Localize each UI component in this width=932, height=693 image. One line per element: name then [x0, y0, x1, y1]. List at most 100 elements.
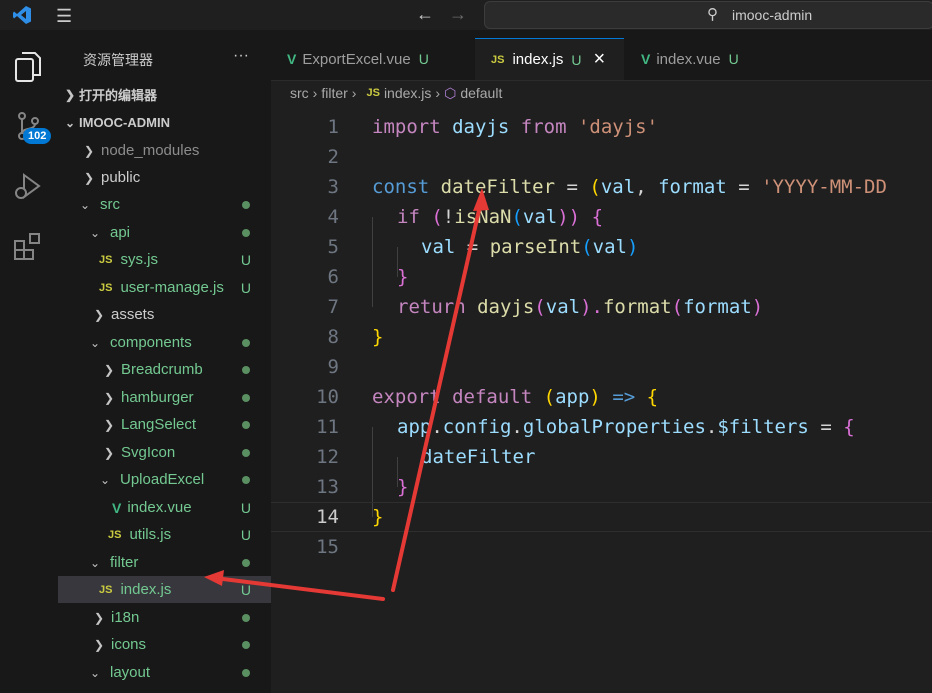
untracked-badge: U: [418, 51, 429, 67]
tree-folder-public[interactable]: ❯ public: [58, 164, 271, 191]
code-line: 2: [271, 142, 932, 172]
explorer-sidebar: 资源管理器 ··· ❯ 打开的编辑器 ⌄ IMOOC-ADMIN ❯ node_mod…: [58, 30, 271, 693]
tree-folder-svgicon[interactable]: ❯ SvgIcon: [58, 439, 271, 466]
line-number: 12: [316, 446, 339, 468]
tree-folder-icons[interactable]: ❯ icons: [58, 631, 271, 658]
breadcrumb-src[interactable]: src: [290, 85, 309, 101]
chevron-down-icon: ⌄: [90, 555, 101, 570]
code-text: app.config.globalProperties.$filters = {: [397, 416, 855, 438]
run-debug-icon[interactable]: [13, 171, 43, 201]
tree-folder-node-modules[interactable]: ❯ node_modules: [58, 137, 271, 164]
status-dot: [242, 338, 250, 347]
extensions-icon[interactable]: [13, 231, 43, 261]
status-dot: [242, 200, 250, 209]
line-number: 3: [327, 176, 339, 198]
code-text: import dayjs from 'dayjs': [372, 116, 659, 138]
tab-index-vue[interactable]: V index.vue U: [625, 38, 783, 80]
tree-folder-hamburger[interactable]: ❯ hamburger: [58, 384, 271, 411]
back-arrow-icon[interactable]: ←: [416, 4, 434, 25]
code-line: 1 import dayjs from 'dayjs': [271, 112, 932, 142]
tree-folder-uploadexcel[interactable]: ⌄ UploadExcel: [58, 466, 271, 493]
tree-folder-filter[interactable]: ⌄ filter: [58, 549, 271, 576]
chevron-right-icon: ❯: [104, 390, 115, 405]
chevron-right-icon: ❯: [104, 362, 115, 377]
untracked-badge: U: [240, 581, 251, 598]
code-text: return dayjs(val).format(format): [397, 296, 764, 318]
tree-folder-langselect[interactable]: ❯ LangSelect: [58, 411, 271, 438]
js-file-icon: JS: [108, 528, 122, 541]
tree-file-index-vue[interactable]: Vindex.vue U: [58, 494, 271, 521]
breadcrumb-file[interactable]: index.js: [384, 85, 431, 101]
code-text: }: [397, 476, 409, 498]
code-line: 6}: [271, 262, 932, 292]
tree-file-user-manage-js[interactable]: JS user-manage.js U: [58, 274, 271, 301]
code-text: const dateFilter = (val, format = 'YYYY-…: [372, 176, 887, 198]
explorer-icon[interactable]: [14, 51, 42, 83]
tab-index-js[interactable]: JS index.js U ×: [475, 38, 624, 80]
untracked-badge: U: [571, 51, 582, 68]
tree-folder-components[interactable]: ⌄ components: [58, 329, 271, 356]
chevron-down-icon: ⌄: [90, 665, 101, 680]
open-editors-section[interactable]: ❯ 打开的编辑器: [58, 81, 271, 108]
status-dot: [242, 558, 250, 567]
more-actions-icon[interactable]: ···: [233, 47, 249, 65]
status-dot: [242, 613, 250, 622]
status-dot: [242, 420, 250, 429]
breadcrumb-symbol[interactable]: default: [460, 85, 502, 101]
status-dot: [242, 228, 250, 237]
chevron-right-icon: ❯: [84, 170, 95, 185]
chevron-right-icon: ❯: [104, 445, 115, 460]
code-text: }: [372, 506, 384, 528]
command-center-search[interactable]: ⚲ imooc-admin: [484, 1, 932, 29]
chevron-right-icon: ❯: [84, 143, 95, 158]
menu-icon[interactable]: ☰: [56, 6, 72, 27]
tree-folder-breadcrumb[interactable]: ❯ Breadcrumb: [58, 356, 271, 383]
code-line: 5 val = parseInt(val): [271, 232, 932, 262]
tree-folder-i18n[interactable]: ❯ i18n: [58, 604, 271, 631]
search-icon: ⚲: [707, 6, 718, 23]
chevron-right-icon: ❯: [104, 417, 115, 432]
vscode-logo-icon: [13, 6, 31, 24]
line-number: 15: [316, 536, 339, 558]
js-file-icon: JS: [99, 281, 113, 294]
js-file-icon: JS: [99, 583, 113, 596]
project-root[interactable]: ⌄ IMOOC-ADMIN: [58, 109, 271, 136]
code-text: }: [372, 326, 384, 348]
tree-file-utils-js[interactable]: JS utils.js U: [58, 521, 271, 548]
chevron-down-icon: ⌄: [100, 472, 111, 487]
code-line: 11 app.config.globalProperties.$filters =…: [271, 412, 932, 442]
chevron-down-icon: ⌄: [90, 225, 101, 240]
vue-file-icon: V: [641, 51, 651, 67]
line-number: 2: [327, 146, 339, 168]
chevron-right-icon: ❯: [94, 637, 105, 652]
explorer-title: 资源管理器: [83, 52, 153, 68]
tab-exportexcel-vue[interactable]: V ExportExcel.vue U: [271, 38, 474, 80]
close-icon[interactable]: ×: [593, 48, 605, 71]
chevron-down-icon: ⌄: [65, 115, 76, 130]
tree-file-sys-js[interactable]: JS sys.js U: [58, 246, 271, 273]
status-dot: [242, 393, 250, 402]
js-file-icon: JS: [99, 253, 113, 266]
chevron-right-icon: ›: [351, 85, 357, 101]
search-text: imooc-admin: [732, 7, 813, 23]
untracked-badge: U: [240, 251, 251, 268]
status-dot: [242, 640, 250, 649]
editor-area: V ExportExcel.vue U JS index.js U × V in…: [271, 30, 932, 693]
chevron-down-icon: ⌄: [90, 335, 101, 350]
tree-folder-src[interactable]: ⌄ src: [58, 191, 271, 218]
vue-file-icon: V: [287, 51, 297, 67]
breadcrumb-filter[interactable]: filter: [321, 85, 347, 101]
js-file-icon: JS: [366, 87, 380, 99]
tree-file-filter-index-js[interactable]: JS index.js U: [58, 576, 271, 603]
js-file-icon: JS: [491, 53, 505, 66]
code-line-current: 14}: [271, 502, 932, 532]
forward-arrow-icon[interactable]: →: [449, 4, 467, 25]
tree-folder-api[interactable]: ⌄ api: [58, 219, 271, 246]
scm-badge: 102: [23, 128, 52, 144]
status-dot: [242, 475, 250, 484]
line-number: 9: [327, 356, 339, 378]
chevron-right-icon: ❯: [65, 87, 76, 102]
tree-folder-layout[interactable]: ⌄ layout: [58, 659, 271, 686]
line-number: 1: [327, 116, 339, 138]
tree-folder-assets[interactable]: ❯ assets: [58, 301, 271, 328]
